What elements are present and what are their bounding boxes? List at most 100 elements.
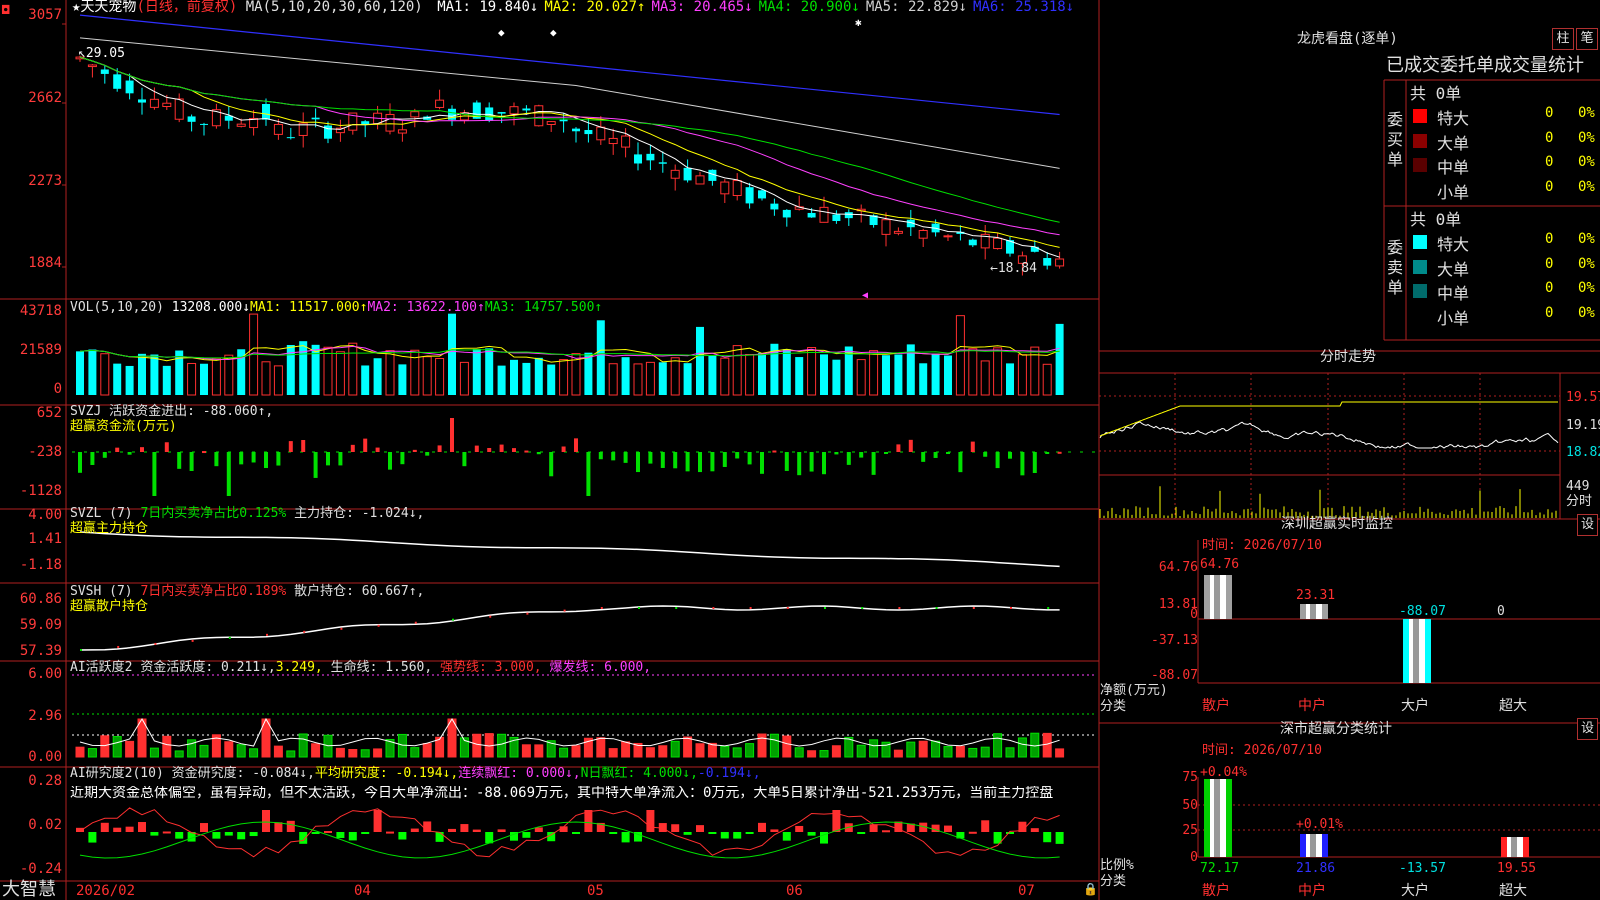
buy-orders-label: 委买单 — [1386, 110, 1403, 169]
candle-up — [918, 229, 928, 239]
candle-up — [174, 98, 184, 120]
ai1-bar — [621, 741, 631, 758]
ai2-bar — [944, 825, 952, 832]
svzj-header: SVZJ 活跃资金进出: -88.060↑, — [70, 404, 273, 419]
monitor-title: 深圳超赢实时监控 — [1281, 516, 1393, 532]
candle-up — [397, 129, 407, 134]
ai2-bar — [324, 830, 332, 833]
ma-value-5: MA5: 22.829↓ — [865, 0, 967, 15]
order-stats-tabs[interactable]: 已成交委托单成交量统计 — [1386, 55, 1584, 77]
vol-bar — [100, 353, 110, 396]
candle-down — [1043, 258, 1052, 266]
ai1-bar — [931, 740, 941, 758]
ai1-bar — [472, 733, 482, 758]
order-row-percent: 0% — [1578, 178, 1595, 195]
flow-bar — [822, 452, 826, 475]
flow-bar — [908, 439, 913, 452]
order-row-value: 0 — [1545, 304, 1554, 321]
ai2-bar — [262, 810, 270, 832]
ai1-bar — [769, 733, 779, 758]
flow-bar — [127, 452, 132, 455]
vol-bar — [696, 326, 704, 395]
order-row-percent: 0% — [1578, 255, 1595, 272]
intraday-price-line — [1099, 421, 1559, 449]
marker-icon: ◀ — [862, 290, 868, 301]
chart-canvas[interactable]: ◆ ◆ ✱ ◀ — [0, 0, 1600, 900]
vol-bar — [708, 355, 717, 395]
vol-bar — [670, 357, 680, 396]
chart-mode[interactable]: (日线，前复权) — [136, 0, 237, 15]
vol-bar — [547, 364, 556, 395]
flow-bar — [859, 452, 864, 458]
ai2-bar — [683, 832, 692, 835]
vol-bar — [485, 348, 494, 395]
ai1-bar — [348, 749, 358, 758]
candle-up — [546, 121, 556, 125]
svzl-ratio: 7日内买卖净占比0.125% — [140, 506, 287, 521]
ai1-bar — [87, 748, 97, 758]
stats-bottom-value: 21.86 — [1296, 861, 1336, 876]
vol-bar — [435, 358, 445, 396]
low-label: ←18.84 — [990, 261, 1037, 276]
candle-down — [113, 74, 122, 89]
monitor-settings-button[interactable]: 设 — [1577, 514, 1598, 536]
y-tick-main: 3057 — [28, 7, 62, 23]
vol-bar — [807, 347, 817, 396]
ai2-bar — [76, 827, 84, 832]
flow-bar — [722, 452, 727, 467]
stats-bar — [1511, 837, 1517, 857]
ma-line — [79, 14, 1060, 116]
y-tick-vol: 21589 — [19, 342, 62, 358]
y-tick-ai2: 0.02 — [28, 817, 62, 833]
intraday-price-high: 19.57 — [1566, 390, 1600, 405]
marker-icon: ◆ — [550, 26, 557, 39]
flow-bar — [623, 452, 628, 463]
flow-bar — [313, 452, 318, 478]
svsh-sub: 超赢散户持仓 — [70, 599, 149, 614]
intraday-avg-line — [1099, 401, 1558, 437]
svsh-dot — [228, 636, 231, 639]
ai1-bar — [831, 745, 841, 758]
vol-bar — [968, 348, 978, 396]
ai2-bar — [534, 827, 543, 832]
lock-icon[interactable]: 🔒 — [1083, 882, 1098, 897]
x-label: 07 — [1018, 883, 1035, 899]
bar-view-button[interactable]: 柱 — [1552, 28, 1574, 50]
vol-bar — [200, 363, 208, 395]
candle-down — [125, 80, 134, 94]
stats-y-tick: 0 — [1190, 850, 1198, 865]
candle-down — [311, 117, 320, 120]
intraday-price-low: 18.82 — [1566, 445, 1600, 460]
ai1-bar — [125, 740, 135, 758]
stats-settings-button[interactable]: 设 — [1577, 718, 1598, 740]
ai2-bar — [968, 831, 977, 834]
order-row-label: 特大 — [1437, 235, 1470, 254]
ai2-value5: -0.194↓, — [697, 766, 761, 781]
ai2-bar — [609, 832, 618, 834]
monitor-value: 64.76 — [1200, 557, 1240, 572]
vol-bar — [273, 365, 283, 396]
x-label: 05 — [587, 883, 604, 899]
order-row-value: 0 — [1545, 154, 1554, 170]
flow-bar — [264, 452, 268, 469]
flow-bar — [164, 442, 169, 452]
ai1-bar — [608, 748, 618, 758]
ma-value-2: MA2: 20.027↑ — [544, 0, 646, 15]
svsh-dot — [675, 607, 678, 609]
candle-up — [87, 64, 97, 68]
candle-up — [943, 235, 953, 238]
stats-bottom-value: -13.57 — [1399, 861, 1446, 876]
vol-bar — [955, 315, 965, 396]
stats-xlabel: 分类 — [1100, 874, 1127, 889]
order-row-percent: 0% — [1578, 129, 1595, 146]
candle-down — [832, 214, 841, 221]
tick-view-button[interactable]: 笔 — [1576, 28, 1598, 50]
flow-bar — [561, 446, 566, 452]
vol-bar — [869, 350, 879, 396]
ai1-lifeline: 生命线: 1.560, — [330, 660, 433, 675]
ai2-bar — [708, 832, 717, 834]
ai1-bar — [658, 745, 668, 758]
svsh-dot — [600, 607, 603, 609]
ai2-bar — [361, 832, 370, 834]
ai2-bar — [138, 822, 146, 832]
